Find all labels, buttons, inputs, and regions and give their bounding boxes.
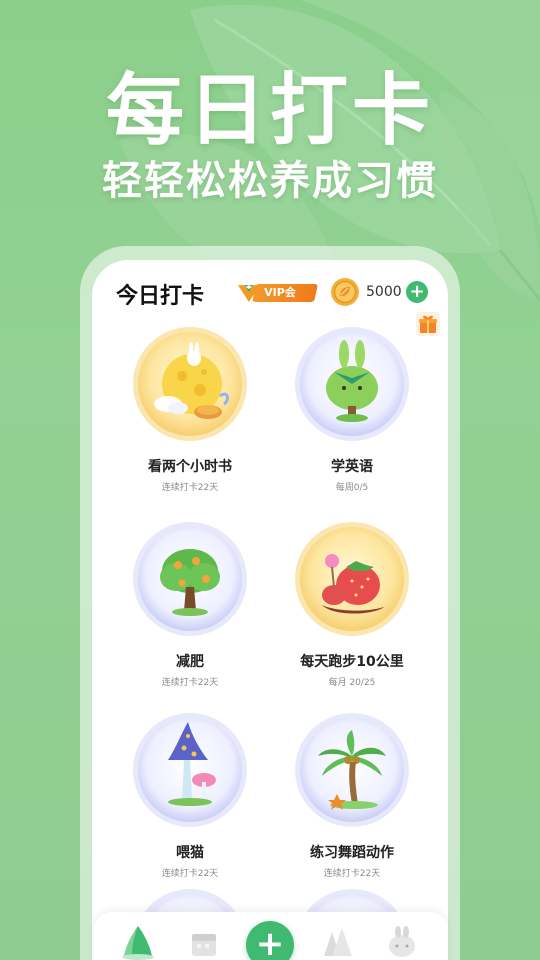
add-habit-button[interactable]: + bbox=[246, 921, 294, 960]
page-title: 今日打卡 bbox=[116, 284, 205, 309]
vip-badge[interactable]: VIP会员 bbox=[236, 282, 318, 317]
habit-card[interactable]: 每天跑步10公里 每月 20/25 bbox=[267, 521, 437, 688]
forest-tab-icon[interactable] bbox=[320, 922, 356, 960]
bottom-nav: + bbox=[94, 912, 448, 960]
coin-balance: 5000 bbox=[366, 284, 402, 300]
habit-status: 连续打卡22天 bbox=[161, 869, 219, 879]
app-screen: 今日打卡 VIP会员 5000 + 看两个小时书 连续打卡22天 学英语 每周0… bbox=[92, 260, 448, 960]
app-header: 今日打卡 VIP会员 5000 + bbox=[92, 260, 448, 336]
habit-status: 连续打卡22天 bbox=[161, 483, 219, 493]
hero-subtitle: 轻轻松松养成习惯 bbox=[102, 158, 438, 204]
habit-name: 每天跑步10公里 bbox=[300, 654, 404, 670]
moon-rabbit-icon bbox=[132, 326, 248, 442]
habit-card[interactable]: 练习舞蹈动作 连续打卡22天 bbox=[267, 712, 437, 879]
habit-status: 连续打卡22天 bbox=[161, 678, 219, 688]
phone-mockup: 今日打卡 VIP会员 5000 + 看两个小时书 连续打卡22天 学英语 每周0… bbox=[80, 246, 460, 960]
habit-name: 练习舞蹈动作 bbox=[310, 845, 394, 861]
coin-icon bbox=[331, 278, 359, 306]
strawberry-icon bbox=[294, 521, 410, 637]
habit-status: 连续打卡22天 bbox=[323, 869, 381, 879]
habit-name: 喂猫 bbox=[176, 845, 204, 861]
habit-name: 学英语 bbox=[331, 459, 373, 475]
habit-card[interactable]: 喂猫 连续打卡22天 bbox=[105, 712, 275, 879]
calendar-tab-icon[interactable] bbox=[186, 922, 222, 960]
pet-tab-icon[interactable] bbox=[384, 922, 420, 960]
add-coins-button[interactable]: + bbox=[406, 281, 428, 303]
habit-card[interactable]: 学英语 每周0/5 bbox=[267, 326, 437, 493]
tree-tab-icon[interactable] bbox=[120, 922, 156, 960]
habit-card[interactable]: 减肥 连续打卡22天 bbox=[105, 521, 275, 688]
habit-card[interactable]: 看两个小时书 连续打卡22天 bbox=[105, 326, 275, 493]
habit-name: 看两个小时书 bbox=[148, 459, 232, 475]
bunny-bush-icon bbox=[294, 326, 410, 442]
vip-crown-icon bbox=[237, 285, 260, 302]
habit-status: 每周0/5 bbox=[335, 483, 369, 493]
hero-title: 每日打卡 bbox=[105, 66, 434, 156]
fruit-tree-icon bbox=[132, 521, 248, 637]
mushroom-icon bbox=[132, 712, 248, 828]
habit-name: 减肥 bbox=[176, 654, 204, 670]
palm-tree-icon bbox=[294, 712, 410, 828]
habit-status: 每月 20/25 bbox=[328, 678, 376, 688]
